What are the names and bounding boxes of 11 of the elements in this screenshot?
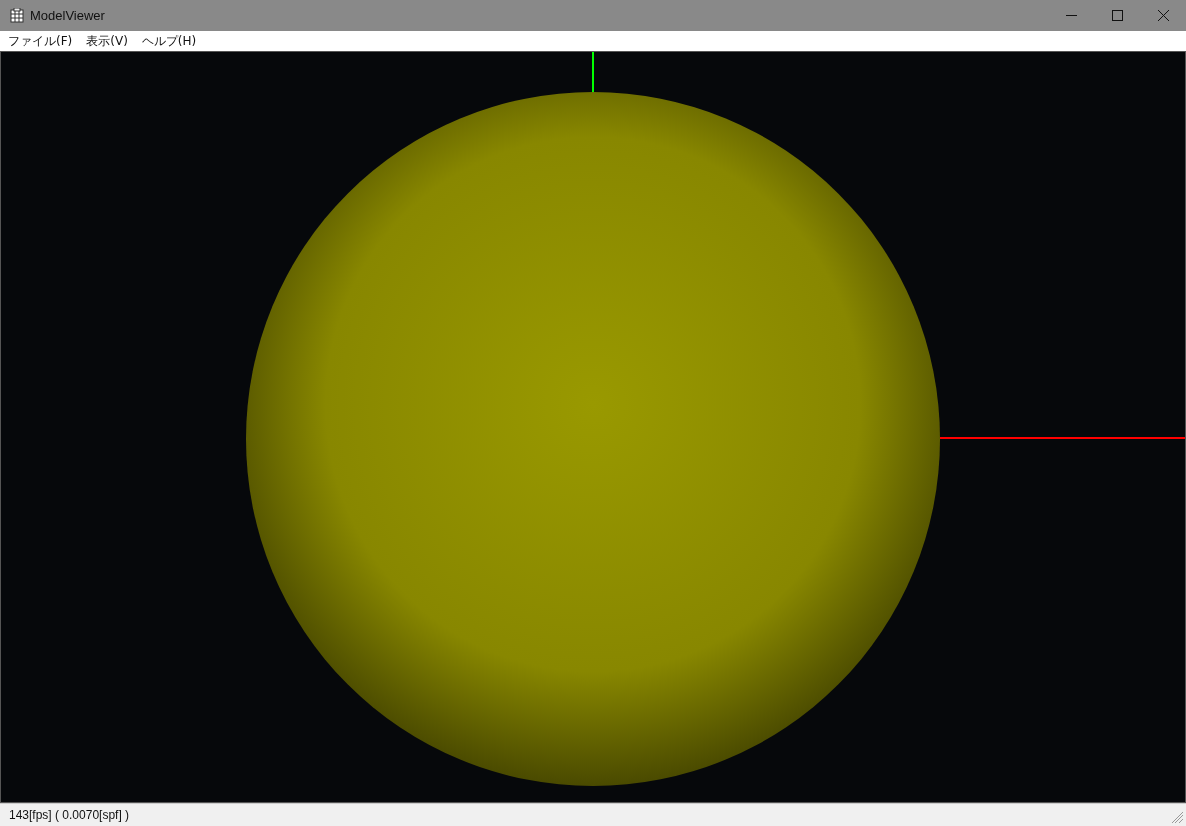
status-text: 143[fps] ( 0.0070[spf] ) xyxy=(9,807,130,824)
resize-grip-icon[interactable] xyxy=(1172,812,1184,824)
close-icon xyxy=(1157,10,1169,21)
minimize-icon xyxy=(1065,15,1077,16)
menu-item[interactable]: ヘルプ(H) xyxy=(134,31,204,51)
maximize-icon xyxy=(1111,10,1123,21)
app-icon xyxy=(10,8,24,23)
y-axis-line xyxy=(592,52,594,93)
menu-item[interactable]: ファイル(F) xyxy=(1,31,80,51)
menu-item[interactable]: 表示(V) xyxy=(79,31,135,51)
window-title: ModelViewer xyxy=(30,6,105,25)
